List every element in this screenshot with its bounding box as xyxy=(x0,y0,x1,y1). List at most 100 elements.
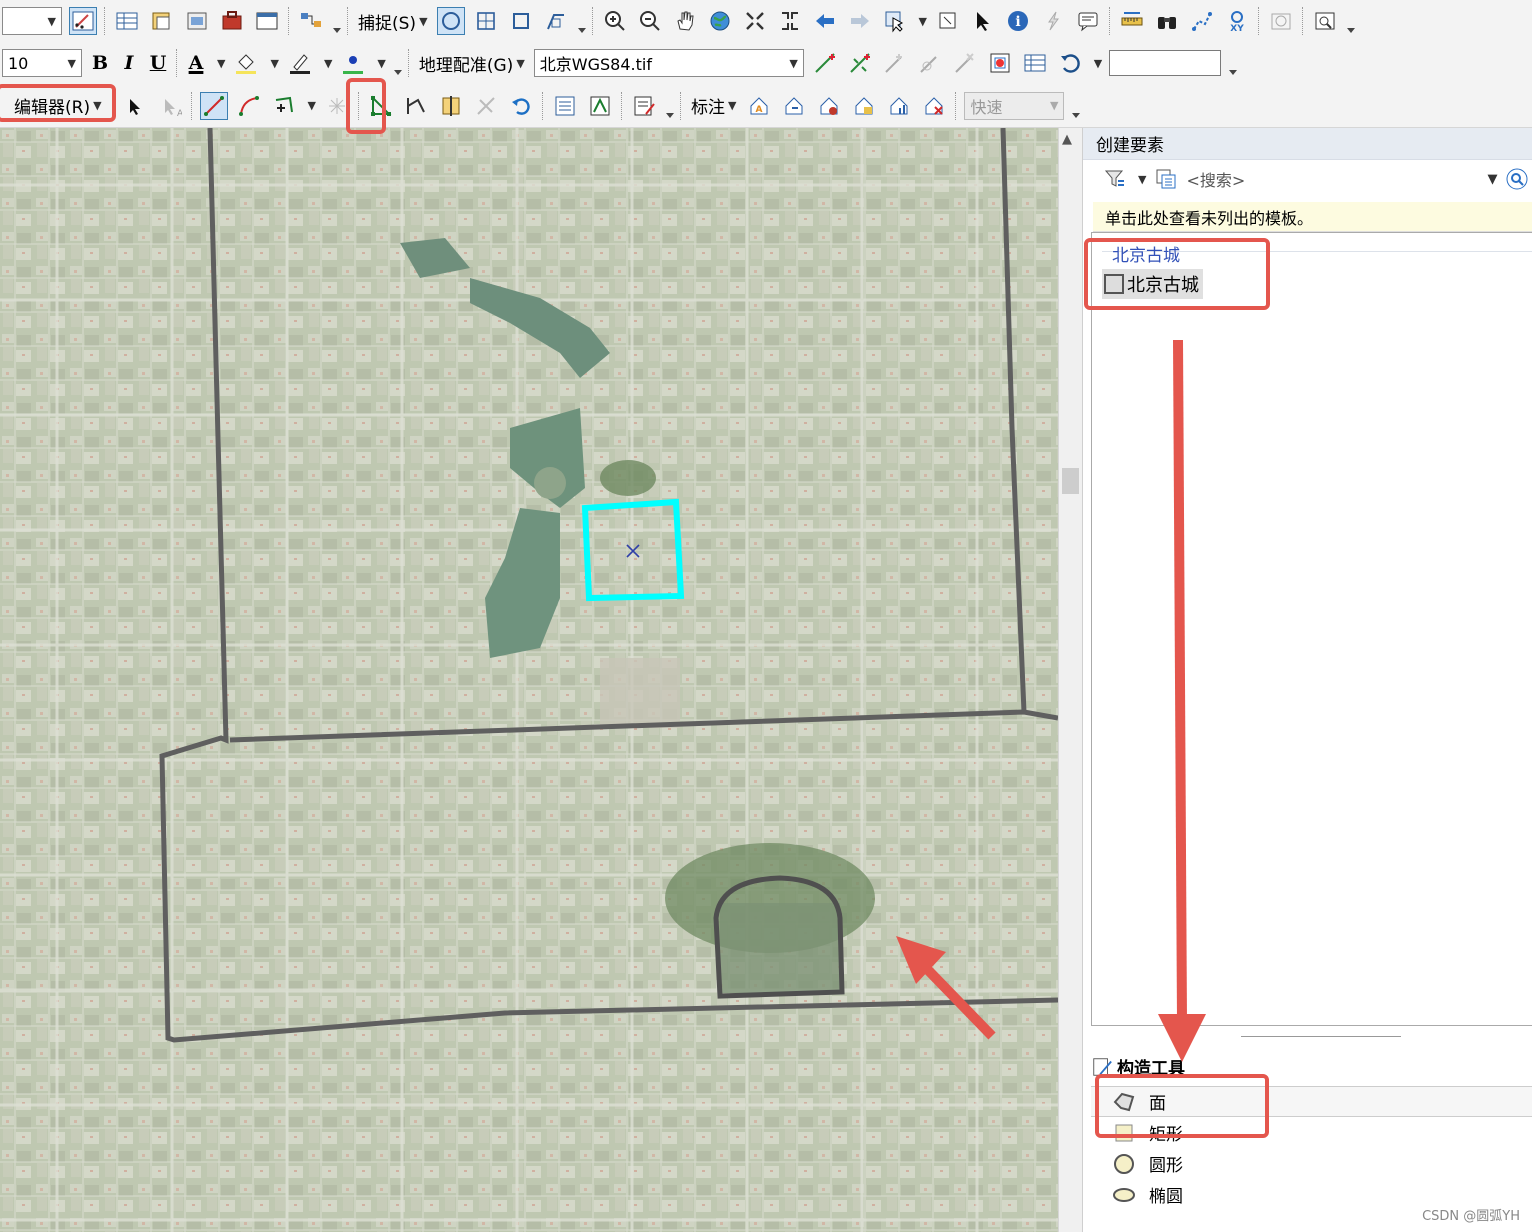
attributes-icon[interactable] xyxy=(551,92,579,120)
html-popup-icon[interactable] xyxy=(1074,7,1102,35)
labeling-menu[interactable]: 标注 ▼ xyxy=(689,92,738,120)
identify-icon[interactable]: i xyxy=(1004,7,1032,35)
label-weights-icon[interactable] xyxy=(815,92,843,120)
forward-arrow-icon[interactable] xyxy=(846,7,874,35)
editor-toolbar-icon[interactable] xyxy=(69,7,97,35)
unlisted-templates-notice[interactable]: 单击此处查看未列出的模板。 xyxy=(1093,202,1532,232)
catalog-icon[interactable] xyxy=(148,7,176,35)
tool-circle[interactable]: 圆形 xyxy=(1091,1148,1532,1179)
view-unplaced-labels-icon[interactable] xyxy=(885,92,913,120)
georef-layer-combo[interactable]: 北京WGS84.tif ▼ xyxy=(533,49,804,77)
edit-tool-arrow-icon[interactable] xyxy=(121,92,149,120)
rotate-icon[interactable] xyxy=(1056,49,1084,77)
font-size-combo[interactable]: 10 ▼ xyxy=(2,49,82,77)
organize-templates-icon[interactable] xyxy=(1152,165,1180,193)
arctoolbox-icon[interactable] xyxy=(218,7,246,35)
model-builder-icon[interactable] xyxy=(297,7,325,35)
end-point-arc-icon[interactable] xyxy=(235,92,263,120)
construction-dropdown-icon[interactable]: ▼ xyxy=(308,99,316,112)
vertex-snap-icon[interactable] xyxy=(507,7,535,35)
line-color-dropdown-icon[interactable]: ▼ xyxy=(324,57,332,70)
point-snap-icon[interactable] xyxy=(436,7,465,35)
time-slider-icon[interactable] xyxy=(1267,7,1295,35)
edit-annotation-icon[interactable]: A xyxy=(156,92,184,120)
scale-combo[interactable]: ▼ xyxy=(2,7,62,35)
reshape-feature-icon[interactable] xyxy=(402,92,430,120)
fixed-zoom-out-icon[interactable] xyxy=(776,7,804,35)
fill-color-dropdown-icon[interactable]: ▼ xyxy=(270,57,278,70)
scroll-up-icon[interactable]: ▲ xyxy=(1062,132,1072,147)
auto-registration-icon[interactable] xyxy=(846,49,874,77)
pan-hand-icon[interactable] xyxy=(671,7,699,35)
straight-segment-icon[interactable] xyxy=(199,91,228,120)
rotate-dropdown-icon[interactable]: ▼ xyxy=(1094,57,1102,70)
label-manager-icon[interactable]: A xyxy=(745,92,773,120)
snapping-menu[interactable]: 捕捉(S) ▼ xyxy=(356,7,430,35)
delete-labels-icon[interactable] xyxy=(920,92,948,120)
select-features-icon[interactable] xyxy=(881,7,909,35)
cut-polygons-icon[interactable] xyxy=(437,92,465,120)
marker-color-icon[interactable] xyxy=(339,49,367,77)
split-tool-icon[interactable] xyxy=(472,92,500,120)
full-extent-globe-icon[interactable] xyxy=(706,7,734,35)
hyperlink-icon[interactable] xyxy=(1039,7,1067,35)
scrollbar-thumb[interactable] xyxy=(1062,468,1079,494)
tool-polygon[interactable]: 面 xyxy=(1091,1086,1532,1117)
find-route-icon[interactable] xyxy=(1188,7,1216,35)
go-to-xy-icon[interactable]: XY xyxy=(1223,7,1251,35)
lock-labels-icon[interactable] xyxy=(780,92,808,120)
search-dropdown-icon[interactable]: ▼ xyxy=(1487,172,1497,187)
create-viewer-window-icon[interactable] xyxy=(1311,7,1339,35)
edit-vertices-icon[interactable] xyxy=(367,92,395,120)
editor-menu[interactable]: 编辑器(R) ▼ xyxy=(12,92,104,120)
quick-label-combo[interactable]: 快速 ▼ xyxy=(964,91,1065,120)
underline-button[interactable]: U xyxy=(147,52,169,74)
delete-link-icon[interactable] xyxy=(951,49,979,77)
search-icon[interactable] xyxy=(1503,165,1531,193)
filter-templates-icon[interactable] xyxy=(1101,165,1129,193)
fill-color-bucket-icon[interactable] xyxy=(232,49,260,77)
select-dropdown-icon[interactable]: ▼ xyxy=(919,15,927,28)
panel-splitter[interactable] xyxy=(1241,1036,1401,1037)
template-group-header: 北京古城 xyxy=(1112,246,1180,266)
zoom-to-link-icon[interactable] xyxy=(916,49,944,77)
end-snap-icon[interactable] xyxy=(472,7,500,35)
back-arrow-icon[interactable] xyxy=(811,7,839,35)
edge-snap-icon[interactable] xyxy=(542,7,570,35)
map-vertical-scrollbar[interactable]: ▲ xyxy=(1058,128,1082,1232)
font-color-dropdown-icon[interactable]: ▼ xyxy=(217,57,225,70)
select-link-icon[interactable] xyxy=(881,49,909,77)
marker-color-dropdown-icon[interactable]: ▼ xyxy=(377,57,385,70)
italic-button[interactable]: I xyxy=(118,52,140,74)
rotate-feature-icon[interactable] xyxy=(507,92,535,120)
clear-selection-icon[interactable] xyxy=(934,7,962,35)
fixed-zoom-in-icon[interactable] xyxy=(741,7,769,35)
imagery-canvas[interactable] xyxy=(0,128,1058,1232)
map-view[interactable] xyxy=(0,128,1058,1232)
bold-button[interactable]: B xyxy=(89,52,111,74)
viewer-icon[interactable] xyxy=(986,49,1014,77)
python-window-icon[interactable] xyxy=(253,7,281,35)
add-control-points-icon[interactable] xyxy=(811,49,839,77)
filter-dropdown-icon[interactable]: ▼ xyxy=(1138,173,1146,186)
point-tool-icon[interactable] xyxy=(323,92,351,120)
font-color-button[interactable]: A xyxy=(185,52,207,74)
georeferencing-menu[interactable]: 地理配准(G) ▼ xyxy=(417,49,527,77)
table-icon[interactable] xyxy=(113,7,141,35)
link-table-icon[interactable] xyxy=(1021,49,1049,77)
search-window-icon[interactable] xyxy=(183,7,211,35)
template-search-input[interactable]: <搜索> xyxy=(1186,167,1478,191)
measure-icon[interactable] xyxy=(1118,7,1146,35)
line-color-pen-icon[interactable] xyxy=(286,49,314,77)
trace-tool-icon[interactable] xyxy=(270,92,298,120)
label-priority-icon[interactable] xyxy=(850,92,878,120)
create-features-window-icon[interactable] xyxy=(630,92,658,120)
zoom-in-icon[interactable] xyxy=(601,7,629,35)
sketch-properties-icon[interactable] xyxy=(586,92,614,120)
rotate-angle-input[interactable] xyxy=(1109,50,1222,76)
tool-rectangle[interactable]: 矩形 xyxy=(1091,1117,1532,1148)
zoom-out-icon[interactable] xyxy=(636,7,664,35)
select-elements-arrow-icon[interactable] xyxy=(969,7,997,35)
feature-template-item[interactable]: 北京古城 xyxy=(1102,269,1203,299)
find-binoculars-icon[interactable] xyxy=(1153,7,1181,35)
